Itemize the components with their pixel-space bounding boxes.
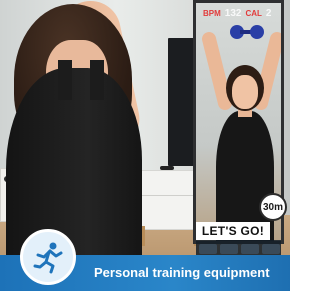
mirror-hud: BPM 132 CAL 2 xyxy=(203,8,271,19)
bpm-value: 132 xyxy=(224,8,242,19)
running-person-icon xyxy=(20,229,76,285)
reflection-face xyxy=(232,75,258,109)
cabinet-divider xyxy=(140,195,198,196)
cal-value: 2 xyxy=(265,8,272,19)
lets-go-banner: LET'S GO! xyxy=(196,222,270,240)
bpm-label: BPM xyxy=(203,9,221,18)
stat-chip xyxy=(220,244,238,254)
tank-strap xyxy=(58,60,72,100)
remote-control xyxy=(160,166,174,170)
cal-label: CAL xyxy=(245,9,262,18)
product-image: BPM 132 CAL 2 30m LET'S GO! Personal tra… xyxy=(0,0,290,291)
dumbbell-icon xyxy=(230,25,264,39)
stat-chip xyxy=(262,244,280,254)
tank-strap xyxy=(90,60,104,100)
stat-chip xyxy=(241,244,259,254)
cabinet-leg xyxy=(142,226,145,246)
running-person-icon-glyph xyxy=(33,242,63,274)
stat-chip xyxy=(199,244,217,254)
caption-text: Personal training equipment xyxy=(94,265,270,280)
workout-timer[interactable]: 30m xyxy=(259,193,287,221)
